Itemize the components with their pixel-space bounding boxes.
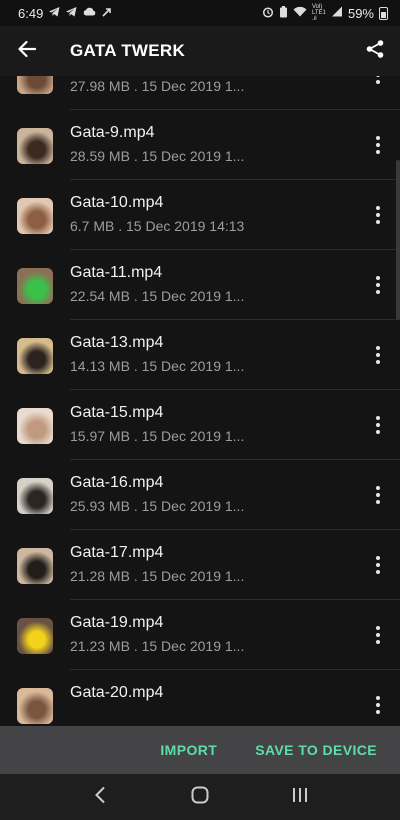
app-bar: GATA TWERK: [0, 26, 400, 76]
video-thumbnail: [17, 128, 53, 164]
nav-recents-icon: [292, 787, 308, 808]
file-meta: 15.97 MB . 15 Dec 2019 1...: [70, 428, 245, 444]
signal-icon: [331, 6, 343, 20]
cloud-icon: [83, 7, 96, 19]
file-row[interactable]: Gata-16.mp4 25.93 MB . 15 Dec 2019 1...: [0, 460, 400, 530]
video-thumbnail: [17, 478, 53, 514]
navigation-bar: [0, 774, 400, 820]
file-name: Gata-20.mp4: [70, 684, 164, 701]
file-name: Gata-13.mp4: [70, 334, 164, 351]
battery-saver-icon: [279, 5, 288, 21]
telegram-icon: [102, 7, 112, 20]
file-meta: 21.23 MB . 15 Dec 2019 1...: [70, 638, 245, 654]
telegram-icon: [49, 6, 60, 20]
more-vertical-icon[interactable]: [366, 342, 390, 368]
more-vertical-icon[interactable]: [366, 692, 390, 718]
file-meta: 28.59 MB . 15 Dec 2019 1...: [70, 148, 245, 164]
status-right: Vol) LTE1 .ıl 59%: [262, 4, 388, 22]
telegram-icon: [66, 6, 77, 20]
more-vertical-icon[interactable]: [366, 76, 390, 88]
more-vertical-icon[interactable]: [366, 552, 390, 578]
file-row[interactable]: Gata-15.mp4 15.97 MB . 15 Dec 2019 1...: [0, 390, 400, 460]
more-vertical-icon[interactable]: [366, 412, 390, 438]
network-type-label: Vol) LTE1 .ıl: [311, 4, 326, 22]
video-thumbnail: [17, 76, 53, 94]
more-vertical-icon[interactable]: [366, 132, 390, 158]
action-bar: IMPORT SAVE TO DEVICE: [0, 726, 400, 774]
nav-back-icon: [94, 786, 106, 809]
video-thumbnail: [17, 268, 53, 304]
status-time: 6:49: [18, 5, 44, 21]
arrow-left-icon: [17, 40, 37, 63]
video-thumbnail: [17, 688, 53, 724]
file-row[interactable]: Gata-13.mp4 14.13 MB . 15 Dec 2019 1...: [0, 320, 400, 390]
wifi-icon: [293, 6, 307, 20]
file-row[interactable]: Gata-17.mp4 21.28 MB . 15 Dec 2019 1...: [0, 530, 400, 600]
battery-icon: [379, 6, 388, 20]
status-left: 6:49: [18, 6, 112, 21]
file-row[interactable]: Gata-19.mp4 21.23 MB . 15 Dec 2019 1...: [0, 600, 400, 670]
more-vertical-icon[interactable]: [366, 202, 390, 228]
file-name: Gata-11.mp4: [70, 264, 163, 281]
file-meta: 25.93 MB . 15 Dec 2019 1...: [70, 498, 245, 514]
more-vertical-icon[interactable]: [366, 622, 390, 648]
file-row[interactable]: Gata-11.mp4 22.54 MB . 15 Dec 2019 1...: [0, 250, 400, 320]
share-icon: [365, 39, 385, 64]
share-button[interactable]: [350, 26, 400, 76]
file-name: Gata-16.mp4: [70, 474, 164, 491]
scrollbar[interactable]: [396, 160, 400, 320]
video-thumbnail: [17, 548, 53, 584]
file-meta: 22.54 MB . 15 Dec 2019 1...: [70, 288, 245, 304]
video-thumbnail: [17, 618, 53, 654]
video-thumbnail: [17, 408, 53, 444]
file-row[interactable]: Gata-10.mp4 6.7 MB . 15 Dec 2019 14:13: [0, 180, 400, 250]
more-vertical-icon[interactable]: [366, 482, 390, 508]
file-row[interactable]: Gata-8.mp427.98 MB . 15 Dec 2019 1...: [0, 76, 400, 110]
battery-percent: 59%: [347, 5, 374, 21]
file-meta: 14.13 MB . 15 Dec 2019 1...: [70, 358, 245, 374]
file-name: Gata-15.mp4: [70, 404, 164, 421]
more-vertical-icon[interactable]: [366, 272, 390, 298]
file-name: Gata-9.mp4: [70, 124, 155, 141]
status-bar: 6:49 Vol) LTE1 .ıl 59%: [0, 0, 400, 26]
file-row[interactable]: Gata-9.mp4 28.59 MB . 15 Dec 2019 1...: [0, 110, 400, 180]
import-button[interactable]: IMPORT: [160, 742, 217, 758]
file-meta: 6.7 MB . 15 Dec 2019 14:13: [70, 218, 245, 234]
alarm-icon: [262, 6, 274, 21]
back-button[interactable]: [0, 26, 54, 76]
nav-back-button[interactable]: [80, 777, 120, 817]
video-thumbnail: [17, 338, 53, 374]
file-row[interactable]: Gata-20.mp4: [0, 670, 400, 726]
nav-home-button[interactable]: [180, 777, 220, 817]
nav-home-icon: [191, 786, 209, 809]
file-name: Gata-10.mp4: [70, 194, 164, 211]
nav-recents-button[interactable]: [280, 777, 320, 817]
file-name: Gata-19.mp4: [70, 614, 164, 631]
file-name: Gata-17.mp4: [70, 544, 164, 561]
file-meta: 21.28 MB . 15 Dec 2019 1...: [70, 568, 245, 584]
video-thumbnail: [17, 198, 53, 234]
file-meta: 27.98 MB . 15 Dec 2019 1...: [70, 78, 245, 94]
save-to-device-button[interactable]: SAVE TO DEVICE: [255, 742, 377, 758]
file-list[interactable]: Gata-8.mp427.98 MB . 15 Dec 2019 1...Gat…: [0, 76, 400, 726]
page-title: GATA TWERK: [70, 41, 186, 60]
file-list-items: Gata-8.mp427.98 MB . 15 Dec 2019 1...Gat…: [0, 76, 400, 726]
